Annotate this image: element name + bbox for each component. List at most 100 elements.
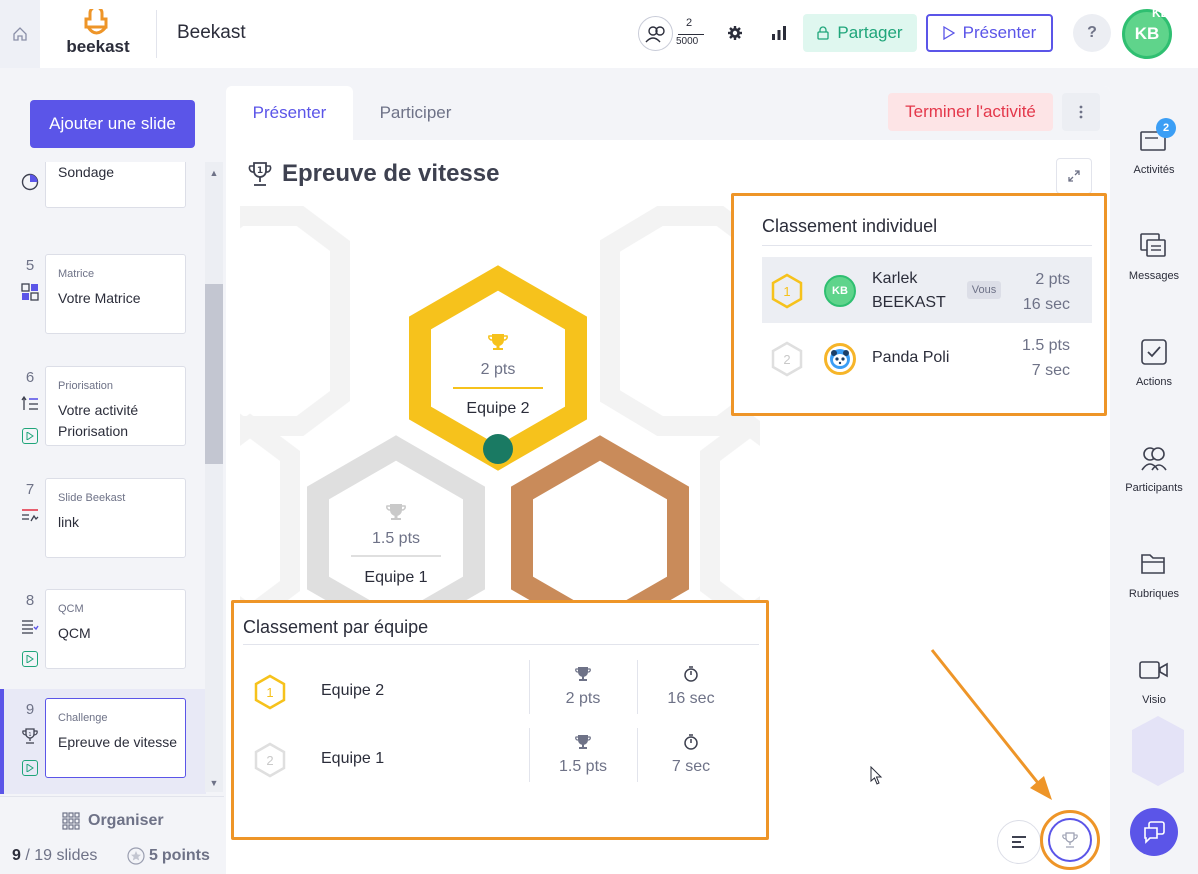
- app-title: Beekast: [177, 22, 246, 43]
- second-place-points: 1.5 pts: [372, 530, 420, 547]
- participant-score: 1.5 pts 7 sec: [1022, 333, 1070, 383]
- team-time-value: 16 sec: [667, 690, 715, 707]
- beekast-logo-mark: [84, 5, 108, 35]
- beekast-logo[interactable]: beekast: [62, 5, 134, 57]
- end-activity-button[interactable]: Terminer l'activité: [888, 93, 1053, 131]
- slide-card[interactable]: QCM QCM: [45, 589, 186, 669]
- add-slide-button[interactable]: Ajouter une slide: [30, 100, 195, 148]
- share-button[interactable]: Partager: [803, 14, 917, 52]
- points-count: 5 points: [127, 847, 210, 865]
- slide-card[interactable]: Challenge Epreuve de vitesse: [45, 698, 186, 778]
- activities-button[interactable]: 2 Activités: [1110, 118, 1198, 196]
- grid-icon: [62, 812, 80, 830]
- decorative-hexagon: [1132, 716, 1184, 786]
- participant-points: 1.5 pts: [1021, 337, 1070, 354]
- rank-number: 1: [783, 284, 790, 299]
- actions-label: Actions: [1135, 376, 1173, 388]
- first-place-team-dot: [483, 434, 513, 464]
- team-ranking-title: Classement par équipe: [243, 617, 429, 637]
- team-row: 1 Equipe 2 2 pts 16 sec: [243, 660, 759, 726]
- slide-title: Votre Matrice: [58, 290, 141, 306]
- help-button[interactable]: ?: [1073, 14, 1111, 52]
- points-label: points: [161, 847, 210, 864]
- expand-button[interactable]: [1056, 158, 1092, 194]
- team-points: 2 pts: [529, 666, 637, 708]
- right-toolbar: 2 Activités Messages Actions Participant…: [1110, 68, 1198, 874]
- home-icon: [13, 27, 27, 41]
- present-label: Présenter: [962, 23, 1037, 42]
- slide-type: Matrice: [58, 268, 95, 280]
- podium-view-button[interactable]: [1048, 818, 1092, 862]
- leaderboard-view-button[interactable]: [997, 820, 1041, 864]
- slides-current: 9: [12, 847, 21, 864]
- participants-label: Participants: [1125, 482, 1183, 494]
- stopwatch-icon: [684, 734, 698, 750]
- you-badge: Vous: [967, 281, 1001, 299]
- activities-count-badge: 2: [1156, 118, 1176, 138]
- rubrics-button[interactable]: Rubriques: [1110, 548, 1198, 620]
- slide-item[interactable]: 6 Priorisation Votre activité Priorisati…: [0, 366, 206, 471]
- slides-scrollbar[interactable]: ▲ ▼: [205, 162, 223, 792]
- statistics-button[interactable]: [768, 22, 790, 44]
- individual-row-self: 1 KB Karlek BEEKAST Vous 2 pts 16 sec: [762, 257, 1092, 323]
- slide-card[interactable]: Sondage Sondage: [45, 162, 186, 208]
- sidebar-footer: Organiser 9 / 19 slides 5 points: [0, 796, 224, 874]
- divider: [243, 644, 759, 645]
- participants-counter[interactable]: 2 5000: [638, 16, 710, 52]
- team-time: 7 sec: [637, 734, 745, 776]
- participants-button[interactable]: Participants: [1110, 442, 1198, 514]
- tab-present[interactable]: Présenter: [226, 86, 353, 140]
- play-status-icon: [22, 428, 38, 444]
- slide-type: Slide Beekast: [58, 492, 126, 504]
- slide-card[interactable]: Priorisation Votre activité Priorisation: [45, 366, 186, 446]
- slide-item[interactable]: 7 Slide Beekast link: [0, 478, 206, 583]
- actions-button[interactable]: Actions: [1110, 336, 1198, 408]
- activity-title: 1 Epreuve de vitesse: [246, 160, 499, 188]
- participant-name: Panda Poli: [872, 349, 950, 366]
- team-name: Equipe 1: [321, 750, 385, 767]
- slide-item-active[interactable]: 9 1 Challenge Epreuve de vitesse: [0, 689, 206, 794]
- messages-icon: [1138, 230, 1170, 262]
- video-icon: [1138, 654, 1170, 686]
- scroll-up-arrow[interactable]: ▲: [209, 168, 219, 178]
- slide-card[interactable]: Matrice Votre Matrice: [45, 254, 186, 334]
- third-place-hex: [511, 435, 689, 606]
- slide-card[interactable]: Slide Beekast link: [45, 478, 186, 558]
- slide-title: Sondage: [58, 164, 115, 180]
- slide-item[interactable]: 5 Matrice Votre Matrice: [0, 254, 206, 359]
- settings-button[interactable]: [724, 22, 746, 44]
- slides-sidebar: Ajouter une slide Sondage Sondage 5 Matr…: [0, 68, 224, 874]
- more-options-button[interactable]: [1062, 93, 1100, 131]
- slide-item[interactable]: Sondage Sondage: [0, 162, 206, 233]
- mouse-cursor-icon: [870, 766, 883, 785]
- participants-current: 2: [685, 17, 693, 29]
- trophy-icon: 1: [20, 726, 40, 746]
- organise-button[interactable]: Organiser: [62, 809, 164, 833]
- participant-time: 16 sec: [1022, 296, 1070, 313]
- svg-text:1: 1: [28, 732, 31, 738]
- scroll-down-arrow[interactable]: ▼: [209, 778, 219, 788]
- logo-text: beekast: [66, 37, 130, 56]
- podium-view-highlight: [1040, 810, 1100, 870]
- chat-icon: [1144, 821, 1165, 844]
- trophy-rank: 1: [257, 166, 263, 176]
- rank-number: 2: [266, 753, 273, 768]
- divider: [762, 245, 1092, 246]
- participants-max: 5000: [676, 36, 699, 47]
- slide-number: 8: [25, 592, 35, 609]
- present-button[interactable]: Présenter: [926, 14, 1053, 52]
- team-points: 1.5 pts: [529, 734, 637, 776]
- rank-1-hex-icon: 1: [771, 273, 803, 309]
- messages-button[interactable]: Messages: [1110, 230, 1198, 302]
- home-button[interactable]: [0, 0, 40, 68]
- divider: [156, 10, 157, 58]
- tab-participate[interactable]: Participer: [353, 86, 478, 140]
- trophy-icon: [575, 667, 591, 681]
- chat-button[interactable]: [1130, 808, 1178, 856]
- play-icon: [942, 26, 955, 40]
- team-points-value: 1.5 pts: [558, 758, 608, 775]
- scroll-thumb[interactable]: [205, 284, 223, 464]
- participants-icon: [1138, 442, 1170, 474]
- slide-item[interactable]: 8 QCM QCM: [0, 589, 206, 694]
- rubrics-label: Rubriques: [1128, 588, 1180, 600]
